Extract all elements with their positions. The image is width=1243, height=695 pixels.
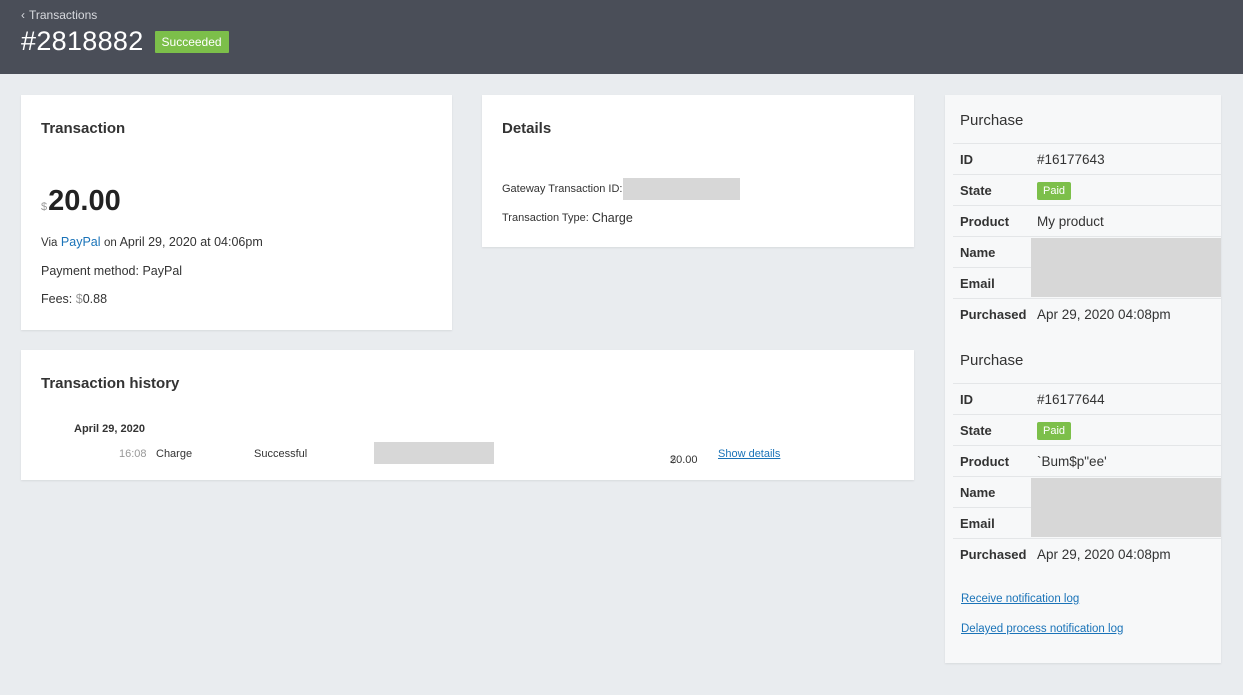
purchase-id-link[interactable]: #16177644 bbox=[1037, 392, 1105, 407]
purchases-sidebar: Purchase ID #16177643 State Paid Product… bbox=[945, 95, 1221, 663]
purchase-email-label: Email bbox=[960, 276, 995, 291]
purchase-state-value: Paid bbox=[1037, 182, 1072, 200]
transaction-history-card: Transaction history April 29, 2020 16:08… bbox=[21, 350, 914, 480]
purchase-email-label: Email bbox=[960, 516, 995, 531]
purchase-product-link[interactable]: My product bbox=[1037, 214, 1104, 229]
currency-symbol: $ bbox=[41, 201, 48, 213]
chevron-left-icon: ‹ bbox=[21, 8, 25, 22]
purchase-product-link[interactable]: `Bum$p"ee' bbox=[1037, 454, 1107, 469]
status-badge: Succeeded bbox=[154, 30, 229, 53]
history-status: Successful bbox=[254, 448, 308, 460]
purchase-product-row: Product My product bbox=[953, 205, 1221, 236]
redacted-history-ref bbox=[374, 442, 494, 464]
purchase-title: Purchase bbox=[960, 112, 1024, 129]
purchase-purchased-value: Apr 29, 2020 04:08pm bbox=[1037, 547, 1171, 562]
transaction-date: April 29, 2020 at 04:06pm bbox=[119, 235, 263, 249]
purchase-name-label: Name bbox=[960, 485, 996, 500]
details-card-title: Details bbox=[502, 120, 552, 137]
redacted-customer-info bbox=[1031, 238, 1221, 297]
transaction-type-value: Charge bbox=[591, 211, 633, 225]
redacted-gateway-id bbox=[623, 178, 741, 200]
purchase-purchased-label: Purchased bbox=[960, 547, 1027, 562]
receive-notification-log-link[interactable]: Receive notification log bbox=[961, 593, 1079, 605]
history-time: 16:08 bbox=[119, 448, 147, 460]
purchase-product-row: Product `Bum$p"ee' bbox=[953, 445, 1221, 476]
delayed-process-notification-log-link[interactable]: Delayed process notification log bbox=[961, 623, 1123, 635]
paid-badge: Paid bbox=[1037, 422, 1072, 440]
purchase-id-link[interactable]: #16177643 bbox=[1037, 152, 1105, 167]
payment-method: Payment method: PayPal bbox=[41, 264, 183, 278]
purchase-name-label: Name bbox=[960, 245, 996, 260]
fees-currency-symbol: $ bbox=[75, 292, 83, 306]
transaction-card-title: Transaction bbox=[41, 120, 126, 137]
gateway-link[interactable]: PayPal bbox=[61, 235, 101, 249]
transaction-amount: $ 20.00 bbox=[41, 185, 121, 218]
gateway-transaction-id-row: Gateway Transaction ID: bbox=[502, 178, 741, 200]
amount-value: 20.00 bbox=[48, 185, 121, 217]
transaction-type-row: Transaction Type: Charge bbox=[502, 211, 633, 225]
purchase-purchased-row: Purchased Apr 29, 2020 04:08pm bbox=[953, 298, 1221, 329]
history-date: April 29, 2020 bbox=[74, 423, 145, 435]
fees-value: 0.88 bbox=[82, 292, 108, 306]
purchase-title: Purchase bbox=[960, 352, 1024, 369]
purchase-product-label: Product bbox=[960, 454, 1010, 469]
transaction-type-label: Transaction Type: bbox=[502, 212, 589, 224]
title-row: #2818882 Succeeded bbox=[21, 26, 229, 57]
via-prefix: Via bbox=[41, 237, 58, 249]
history-type: Charge bbox=[156, 448, 193, 460]
on-text: on bbox=[104, 237, 117, 249]
purchase-id-row: ID #16177644 bbox=[953, 383, 1221, 414]
purchase-id-label: ID bbox=[960, 392, 973, 407]
details-card: Details Gateway Transaction ID: Transact… bbox=[482, 95, 914, 247]
purchase-state-value: Paid bbox=[1037, 422, 1072, 440]
purchase-state-row: State Paid bbox=[953, 414, 1221, 445]
show-details-link[interactable]: Show details bbox=[718, 448, 780, 460]
purchase-state-row: State Paid bbox=[953, 174, 1221, 205]
history-amount-value: 20.00 bbox=[670, 454, 698, 466]
purchase-product-label: Product bbox=[960, 214, 1010, 229]
purchase-state-label: State bbox=[960, 423, 992, 438]
history-card-title: Transaction history bbox=[41, 375, 180, 392]
via-line: Via PayPal on April 29, 2020 at 04:06pm bbox=[41, 235, 263, 249]
purchase-purchased-value: Apr 29, 2020 04:08pm bbox=[1037, 307, 1171, 322]
purchase-state-label: State bbox=[960, 183, 992, 198]
back-to-transactions-link[interactable]: ‹ Transactions bbox=[21, 8, 97, 22]
purchase-id-label: ID bbox=[960, 152, 973, 167]
redacted-customer-info bbox=[1031, 478, 1221, 537]
purchase-purchased-row: Purchased Apr 29, 2020 04:08pm bbox=[953, 538, 1221, 569]
page-header: ‹ Transactions #2818882 Succeeded bbox=[0, 0, 1243, 74]
fees-label: Fees: bbox=[41, 292, 73, 306]
page-title: #2818882 bbox=[21, 26, 144, 56]
history-row: 16:08 Charge Successful $20.00 Show deta… bbox=[21, 442, 914, 466]
purchase-purchased-label: Purchased bbox=[960, 307, 1027, 322]
fees-line: Fees: $0.88 bbox=[41, 292, 107, 306]
paid-badge: Paid bbox=[1037, 182, 1072, 200]
back-link-label: Transactions bbox=[29, 8, 98, 22]
purchase-id-row: ID #16177643 bbox=[953, 143, 1221, 174]
gateway-transaction-id-label: Gateway Transaction ID: bbox=[502, 183, 623, 195]
transaction-card: Transaction $ 20.00 Via PayPal on April … bbox=[21, 95, 452, 330]
